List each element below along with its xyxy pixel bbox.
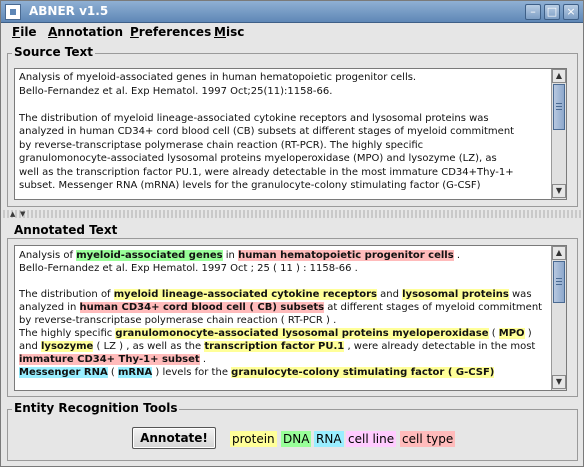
collapse-down-icon[interactable]: ▼ [20,210,25,218]
window-title: ABNER v1.5 [29,4,109,18]
plain-text: ( [107,367,118,378]
legend-dna: DNA [281,431,312,447]
entity-celltype: human hematopoietic progenitor cells [238,250,454,261]
maximize-icon[interactable]: □ [544,4,560,20]
annotated-text-title: Annotated Text [12,223,120,237]
plain-text: Analysis of [19,250,77,261]
entity-rna: mRNA [117,367,153,378]
app-icon[interactable] [5,4,21,20]
source-text-content[interactable]: Analysis of myeloid-associated genes in … [19,71,547,193]
title-bar[interactable]: ABNER v1.5 – □ × [1,1,583,23]
entity-celltype: human CD34+ cord blood cell ( CB) subset… [79,302,325,313]
scroll-thumb[interactable] [553,84,565,130]
entity-protein: lysosomal proteins [402,289,509,300]
plain-text: . [453,250,461,261]
source-scrollbar[interactable]: ▲ ▼ [551,69,566,199]
plain-text: The distribution of [19,289,114,300]
entity-protein: myeloid lineage-associated cytokine rece… [113,289,377,300]
entity-protein: transcription factor PU.1 [204,341,345,352]
legend-cell-line: cell line [346,431,397,447]
annotated-text-content[interactable]: Analysis of myeloid-associated genes in … [19,249,549,379]
plain-text: in [222,250,239,261]
entity-dna: myeloid-associated genes [76,250,223,261]
annotate-button[interactable]: Annotate! [132,427,216,449]
plain-text: . [199,354,207,365]
scroll-down-icon[interactable]: ▼ [552,375,566,389]
plain-text: , were already detectable in the most [344,341,536,352]
plain-text: and [376,289,403,300]
entity-protein: MPO [498,328,525,339]
menu-file[interactable]: File [12,25,37,39]
entity-celltype: immature CD34+ Thy-1+ subset [19,354,200,365]
menu-annotation[interactable]: Annotation [48,25,123,39]
entity-rna: Messenger RNA [19,367,108,378]
annotated-paragraph: Messenger RNA ( mRNA ) levels for the gr… [19,366,549,379]
menu-preferences[interactable]: Preferences [130,25,211,39]
plain-text: ) levels for the [152,367,232,378]
entity-protein: granulomonocyte-associated lysosomal pro… [115,328,489,339]
legend-cell-type: cell type [400,431,456,447]
entity-protein: granulocyte-colony stimulating factor ( … [231,367,495,378]
split-pane-divider[interactable]: ▲ ▼ [3,210,581,218]
source-text-area[interactable]: Analysis of myeloid-associated genes in … [14,68,567,200]
close-icon[interactable]: × [563,4,579,20]
annotated-paragraph: The highly specific granulomonocyte-asso… [19,327,549,366]
plain-text: The highly specific [19,328,116,339]
annotated-paragraph: Bello-Fernandez et al. Exp Hematol. 1997… [19,262,549,275]
collapse-up-icon[interactable]: ▲ [10,210,15,218]
annotated-paragraph: The distribution of myeloid lineage-asso… [19,288,549,327]
scroll-up-icon[interactable]: ▲ [552,246,566,260]
annotated-scrollbar[interactable]: ▲ ▼ [551,246,566,390]
legend-rna: RNA [314,431,344,447]
entity-tools-title: Entity Recognition Tools [12,401,180,415]
source-text-title: Source Text [12,45,95,59]
app-window: ABNER v1.5 – □ × File Annotation Prefere… [0,0,584,467]
menu-bar: File Annotation Preferences Misc [1,24,583,42]
legend-protein: protein [230,431,277,447]
scroll-up-icon[interactable]: ▲ [552,69,566,83]
scroll-down-icon[interactable]: ▼ [552,184,566,198]
minimize-icon[interactable]: – [525,4,541,20]
plain-text: Bello-Fernandez et al. Exp Hematol. 1997… [19,263,358,274]
scroll-thumb[interactable] [553,261,565,303]
annotated-text-area[interactable]: Analysis of myeloid-associated genes in … [14,245,567,391]
entity-protein: lysozyme [41,341,94,352]
plain-text: ( LZ ) , as well as the [93,341,205,352]
annotated-paragraph: Analysis of myeloid-associated genes in … [19,249,549,262]
plain-text: ( [488,328,499,339]
menu-misc[interactable]: Misc [214,25,244,39]
